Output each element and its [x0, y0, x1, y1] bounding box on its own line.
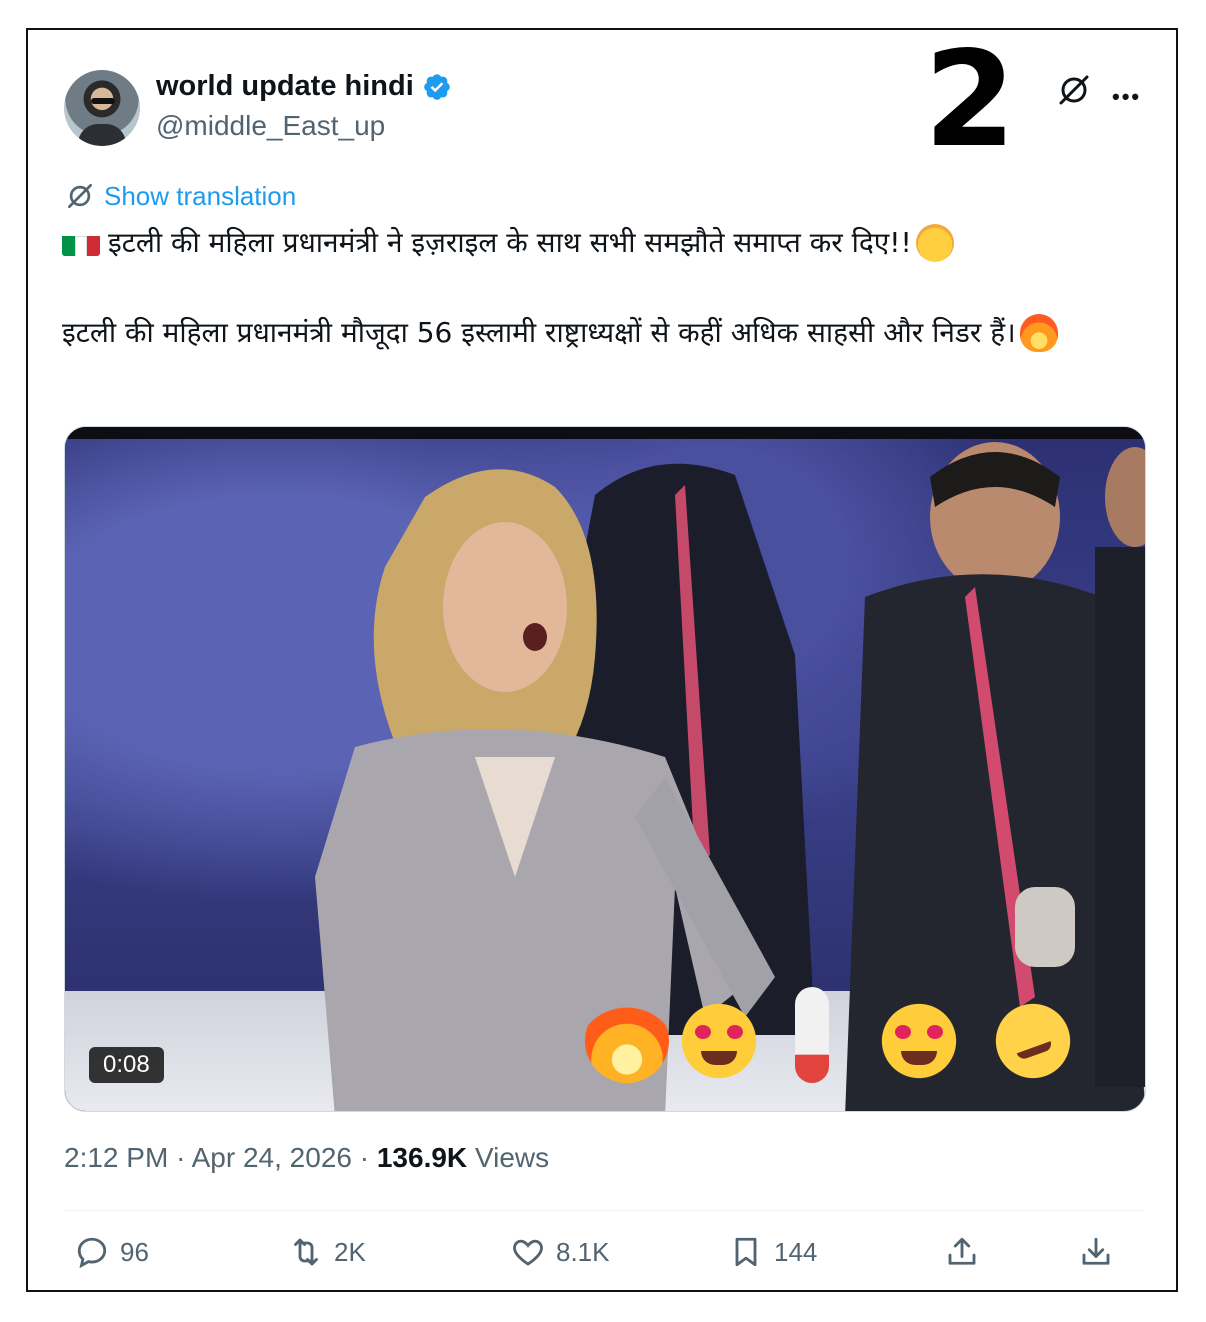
grok-icon[interactable]	[1056, 72, 1092, 108]
fire-icon	[1019, 314, 1058, 352]
reaction-heart-eyes-icon	[677, 999, 761, 1083]
tweet-line-1: इटली की महिला प्रधानमंत्री ने इज़राइल के…	[62, 220, 1142, 266]
tweet-line-2: इटली की महिला प्रधानमंत्री मौजूदा 56 इस्…	[62, 310, 1142, 356]
author-handle[interactable]: @middle_East_up	[156, 110, 385, 142]
repost-count: 2K	[334, 1236, 366, 1267]
video-player[interactable]: 0:08	[64, 426, 1146, 1112]
repost-button[interactable]: 2K	[288, 1234, 366, 1270]
reaction-melting-face-icon	[991, 999, 1075, 1083]
saluting-face-icon	[915, 224, 954, 262]
heart-icon	[513, 1239, 543, 1266]
views-count: 136.9K	[376, 1142, 468, 1173]
show-translation-label: Show translation	[104, 180, 297, 211]
reaction-fire-icon	[585, 999, 669, 1083]
like-count: 8.1K	[556, 1236, 610, 1267]
share-button[interactable]	[944, 1234, 980, 1270]
display-name[interactable]: world update hindi	[156, 70, 414, 103]
tweet-text: इटली की महिला प्रधानमंत्री ने इज़राइल के…	[62, 220, 1142, 356]
tweet-card: world update hindi @middle_East_up 2 •••…	[26, 28, 1178, 1292]
tweet-date[interactable]: Apr 24, 2026	[192, 1142, 352, 1173]
bookmark-button[interactable]: 144	[728, 1234, 817, 1270]
avatar-glasses	[91, 98, 115, 104]
video-person-edge	[1095, 447, 1145, 1087]
views-label: Views	[474, 1142, 550, 1173]
overlay-number: 2	[924, 23, 1016, 177]
tweet-line-2-text: इटली की महिला प्रधानमंत्री मौजूदा 56 इस्…	[62, 316, 1016, 349]
tweet-line-1-text: इटली की महिला प्रधानमंत्री ने इज़राइल के…	[108, 226, 912, 259]
repost-icon	[294, 1238, 318, 1266]
meta-separator: ·	[359, 1142, 377, 1173]
show-translation-link[interactable]: Show translation	[64, 180, 296, 212]
grok-translate-icon	[68, 184, 92, 208]
action-bar: 96 2K 8.1K 144	[64, 1234, 1144, 1284]
bookmark-count: 144	[774, 1236, 818, 1267]
like-button[interactable]: 8.1K	[510, 1234, 610, 1270]
verified-badge-icon	[423, 73, 450, 100]
italy-flag-icon	[62, 230, 100, 256]
reply-count: 96	[120, 1236, 149, 1267]
meta-separator: ·	[176, 1142, 192, 1173]
share-icon	[948, 1237, 976, 1265]
reply-icon	[77, 1237, 107, 1269]
video-duration-badge: 0:08	[89, 1047, 164, 1083]
more-icon[interactable]: •••	[1112, 84, 1141, 110]
reaction-thermometer-icon	[795, 987, 829, 1083]
author-name-row: world update hindi	[156, 70, 452, 103]
download-icon	[1082, 1237, 1110, 1265]
reaction-star-struck-icon	[877, 999, 961, 1083]
tweet-time[interactable]: 2:12 PM	[64, 1142, 168, 1173]
reply-button[interactable]: 96	[74, 1234, 149, 1270]
bookmark-icon	[735, 1237, 757, 1267]
divider	[64, 1210, 1144, 1211]
download-button[interactable]	[1078, 1234, 1114, 1270]
avatar[interactable]	[64, 70, 140, 146]
avatar-shirt	[78, 124, 126, 146]
tweet-meta: 2:12 PM · Apr 24, 2026 · 136.9K Views	[64, 1142, 549, 1174]
